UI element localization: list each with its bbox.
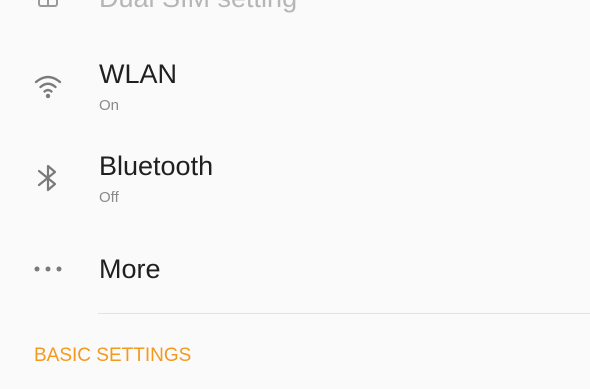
sim-card-icon [38, 0, 58, 7]
more-horizontal-icon [34, 266, 62, 272]
dual-sim-setting-item[interactable]: Dual SIM setting [0, 0, 590, 30]
bluetooth-title: Bluetooth [99, 151, 214, 181]
section-divider [98, 313, 590, 314]
settings-screen: Dual SIM setting WLAN On Bluetooth Off M… [0, 0, 590, 389]
more-title: More [99, 254, 161, 284]
bluetooth-item[interactable]: Bluetooth Off [0, 140, 590, 220]
wifi-icon [34, 75, 62, 99]
bluetooth-status: Off [99, 189, 119, 206]
dual-sim-setting-title: Dual SIM setting [99, 0, 297, 12]
basic-settings-header: BASIC SETTINGS [34, 345, 192, 366]
wlan-status: On [99, 97, 120, 114]
bluetooth-icon [37, 164, 57, 192]
more-item[interactable]: More [0, 240, 590, 300]
wlan-title: WLAN [99, 59, 178, 89]
wlan-item[interactable]: WLAN On [0, 50, 590, 130]
